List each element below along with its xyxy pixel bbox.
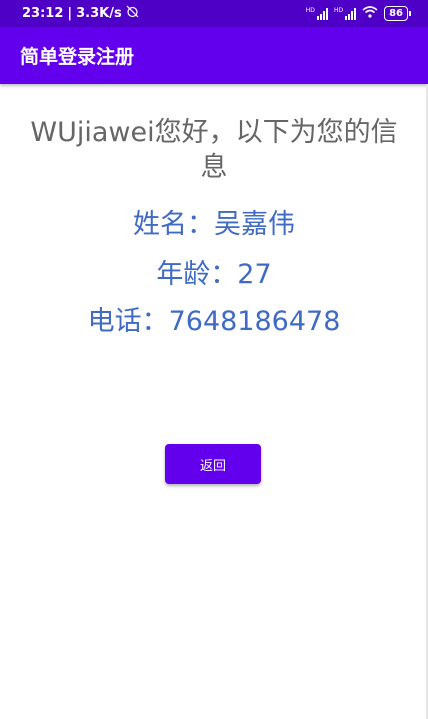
battery-icon: 86 bbox=[384, 6, 411, 21]
status-right: HD HD 86 bbox=[306, 5, 411, 22]
alarm-off-icon bbox=[126, 5, 139, 22]
name-text: 姓名：吴嘉伟 bbox=[133, 209, 295, 240]
app-title: 简单登录注册 bbox=[20, 46, 135, 68]
welcome-text: WUjiawei您好，以下为您的信息 bbox=[30, 117, 398, 183]
status-separator: | bbox=[67, 6, 73, 21]
signal-hd-icon: HD bbox=[334, 7, 357, 20]
app-bar: 简单登录注册 bbox=[0, 27, 428, 84]
wifi-icon bbox=[362, 5, 378, 22]
status-time: 23:12 bbox=[22, 6, 64, 21]
signal-hd-icon: HD bbox=[306, 7, 328, 20]
status-left: 23:12 | 3.3K/s bbox=[22, 5, 139, 22]
age-text: 年龄：27 bbox=[156, 259, 272, 290]
battery-level: 86 bbox=[389, 8, 403, 19]
status-bar: 23:12 | 3.3K/s HD HD 86 bbox=[0, 0, 428, 27]
phone-text: 电话：7648186478 bbox=[87, 306, 341, 337]
back-button[interactable]: 返回 bbox=[165, 444, 261, 484]
status-net-speed: 3.3K/s bbox=[76, 6, 122, 21]
